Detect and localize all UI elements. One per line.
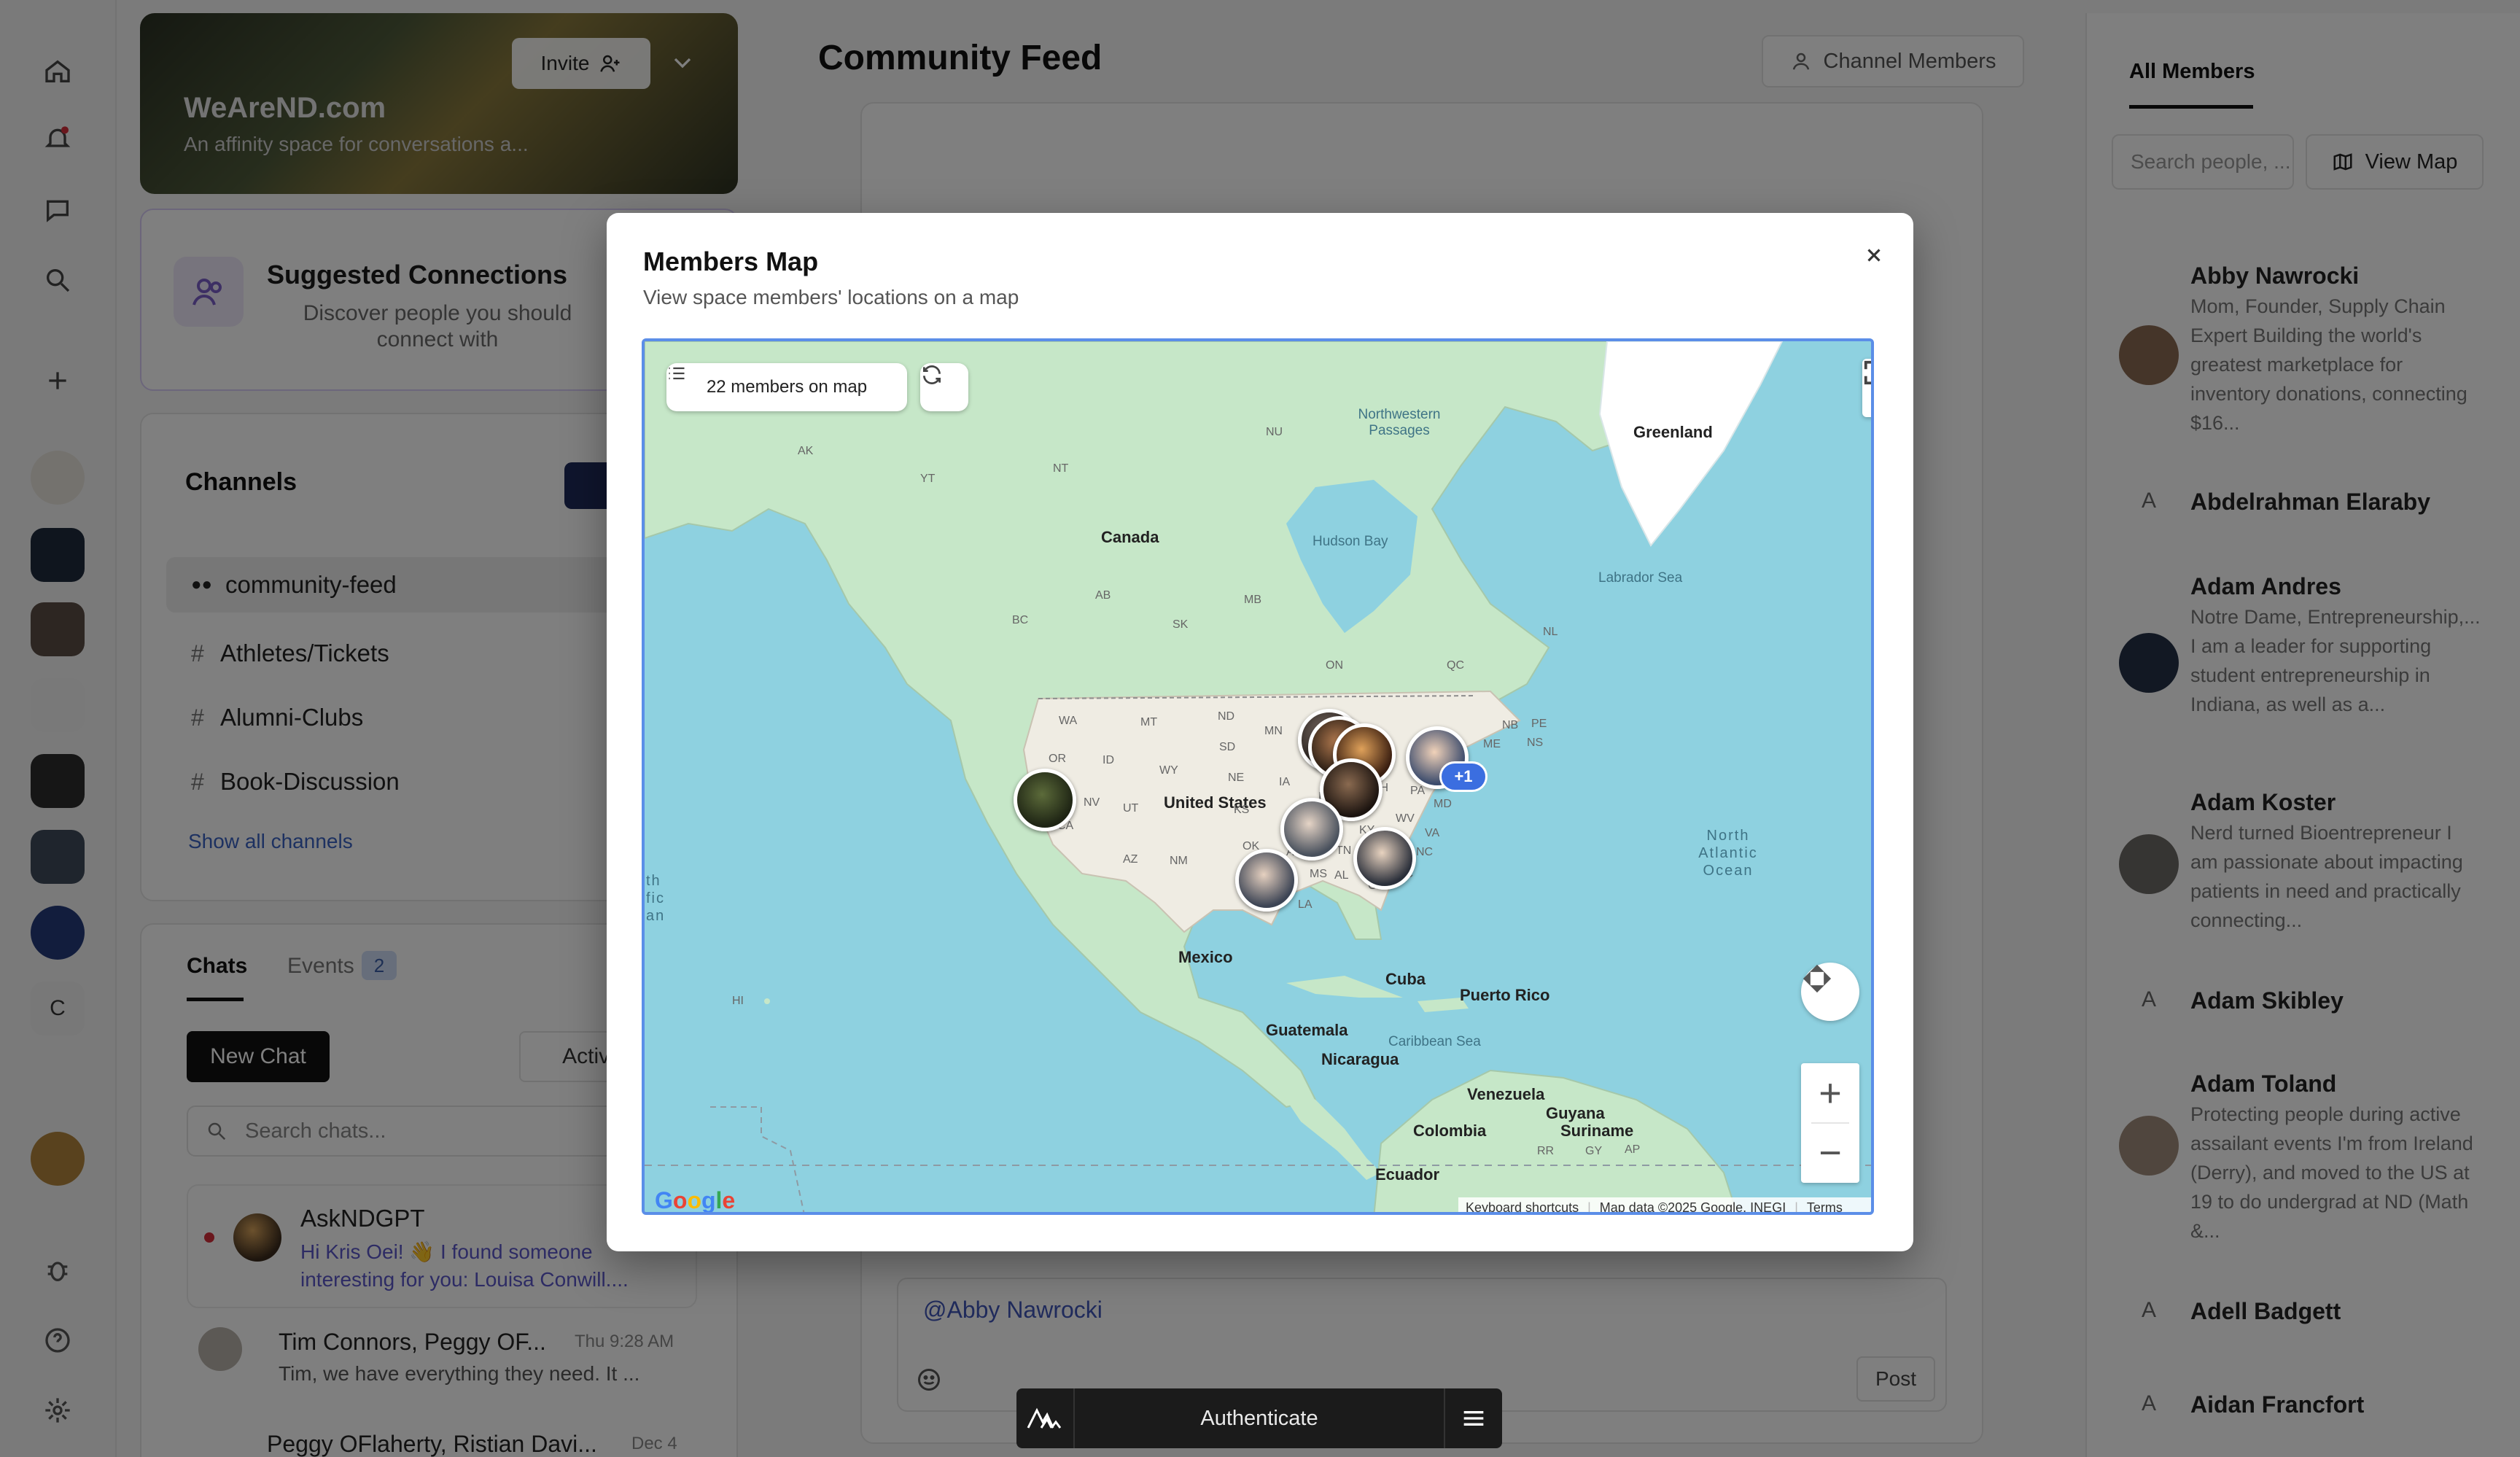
map-label-colombia: Colombia (1413, 1122, 1487, 1140)
map-state-label: NB (1502, 719, 1519, 731)
map-state-label: MN (1264, 725, 1283, 737)
map-state-label: AP (1625, 1143, 1641, 1156)
map-label-cuba: Cuba (1385, 970, 1426, 988)
map-state-label: WY (1159, 764, 1178, 777)
map-state-label: PA (1410, 785, 1426, 797)
zoom-out-button[interactable]: − (1801, 1123, 1859, 1183)
map-base-layer (645, 341, 1871, 1212)
keyboard-shortcuts-link[interactable]: Keyboard shortcuts (1466, 1200, 1579, 1213)
map-state-label: LA (1298, 898, 1312, 911)
move-arrows-icon (1802, 964, 1832, 993)
fullscreen-button[interactable] (1862, 359, 1871, 417)
map-state-label: PE (1531, 718, 1547, 730)
member-pin[interactable] (1353, 827, 1416, 890)
map-state-label: WA (1059, 715, 1078, 727)
map-state-label: NC (1416, 846, 1434, 858)
map-state-label: SK (1172, 618, 1189, 631)
map-state-label: AZ (1123, 853, 1138, 866)
refresh-icon (923, 365, 941, 384)
map-state-label: HI (732, 995, 744, 1007)
map-state-label: QC (1447, 659, 1464, 672)
member-pin[interactable] (1235, 849, 1298, 912)
map-label-caribbean-sea: Caribbean Sea (1388, 1034, 1481, 1049)
map-label-hudson-bay: Hudson Bay (1312, 534, 1388, 549)
map-label-nicaragua: Nicaragua (1321, 1050, 1399, 1068)
map-state-label: NS (1527, 737, 1544, 749)
map-state-label: ON (1326, 659, 1343, 672)
map-label-united-states: United States (1164, 793, 1267, 812)
map-label-mexico: Mexico (1178, 948, 1233, 966)
map-state-label: VA (1425, 827, 1440, 839)
map-state-label: NM (1170, 855, 1188, 867)
authenticate-button[interactable]: Authenticate (1075, 1407, 1444, 1431)
list-icon (669, 367, 685, 380)
map-state-label: YT (920, 473, 936, 485)
fullscreen-icon (1864, 360, 1871, 385)
map-state-label: WV (1396, 812, 1415, 825)
map-label-north-atlantic: North Atlantic Ocean (1698, 828, 1758, 879)
map-label-northwestern-passages: Northwestern Passages (1358, 407, 1441, 438)
refresh-button[interactable] (920, 363, 968, 411)
modal-title: Members Map (643, 246, 819, 276)
map-state-label: MD (1434, 798, 1452, 810)
map-label-greenland: Greenland (1633, 423, 1713, 441)
map-state-label: ID (1102, 754, 1114, 766)
zoom-in-button[interactable]: + (1801, 1063, 1859, 1123)
hamburger-menu-icon[interactable] (1444, 1388, 1502, 1448)
brand-logo-icon (1016, 1388, 1075, 1448)
members-count-label: 22 members on map (706, 377, 868, 397)
authenticate-bar: Authenticate (1016, 1388, 1502, 1448)
member-pin[interactable] (1280, 798, 1343, 860)
map-label-canada: Canada (1101, 528, 1159, 546)
modal-subtitle: View space members' locations on a map (643, 286, 1019, 308)
camera-control-button[interactable] (1801, 963, 1859, 1021)
map-state-label: OR (1049, 753, 1066, 765)
map-state-label: GY (1585, 1145, 1603, 1157)
map-data-credit: Map data ©2025 Google, INEGI (1599, 1200, 1786, 1215)
map-label-pacific: th fic an (646, 873, 666, 924)
map-label-venezuela: Venezuela (1467, 1085, 1545, 1103)
map-state-label: AL (1334, 869, 1349, 882)
map-state-label: RR (1537, 1145, 1555, 1157)
map-attribution: Keyboard shortcuts | Map data ©2025 Goog… (1458, 1197, 1871, 1215)
map-state-label: MB (1244, 594, 1261, 606)
map-state-label: IA (1279, 776, 1291, 788)
map-state-label: ME (1483, 738, 1501, 750)
member-pin[interactable] (1014, 769, 1076, 831)
terms-link[interactable]: Terms (1807, 1200, 1843, 1213)
map-label-puerto-rico: Puerto Rico (1460, 986, 1550, 1004)
map-label-labrador-sea: Labrador Sea (1598, 570, 1683, 586)
map-state-label: NU (1266, 426, 1283, 438)
map-state-label: AK (798, 445, 814, 457)
google-logo: Google (655, 1187, 736, 1213)
map-state-label: MT (1140, 716, 1158, 728)
map-label-guyana: Guyana (1546, 1104, 1605, 1122)
zoom-control: + − (1801, 1063, 1859, 1183)
map-state-label: ND (1218, 710, 1235, 723)
map-state-label: NL (1543, 626, 1558, 638)
map-label-guatemala: Guatemala (1266, 1021, 1348, 1039)
map-state-label: NE (1228, 772, 1245, 784)
map-state-label: AB (1095, 589, 1111, 602)
map-state-label: KS (1234, 804, 1250, 816)
members-map[interactable]: Greenland Canada United States Mexico Cu… (642, 338, 1874, 1215)
map-state-label: NV (1084, 796, 1100, 809)
cluster-count-badge[interactable]: +1 (1439, 761, 1488, 792)
close-icon[interactable] (1858, 239, 1890, 271)
map-state-label: TN (1336, 844, 1352, 857)
map-state-label: SD (1219, 741, 1236, 753)
members-count-chip[interactable]: 22 members on map (666, 363, 907, 411)
map-label-suriname: Suriname (1560, 1122, 1634, 1140)
map-state-label: MS (1310, 868, 1327, 880)
members-map-modal: Members Map View space members' location… (607, 213, 1913, 1251)
map-state-label: UT (1123, 802, 1139, 815)
map-label-ecuador: Ecuador (1375, 1165, 1440, 1184)
map-state-label: BC (1012, 614, 1029, 626)
map-state-label: NT (1053, 462, 1069, 475)
